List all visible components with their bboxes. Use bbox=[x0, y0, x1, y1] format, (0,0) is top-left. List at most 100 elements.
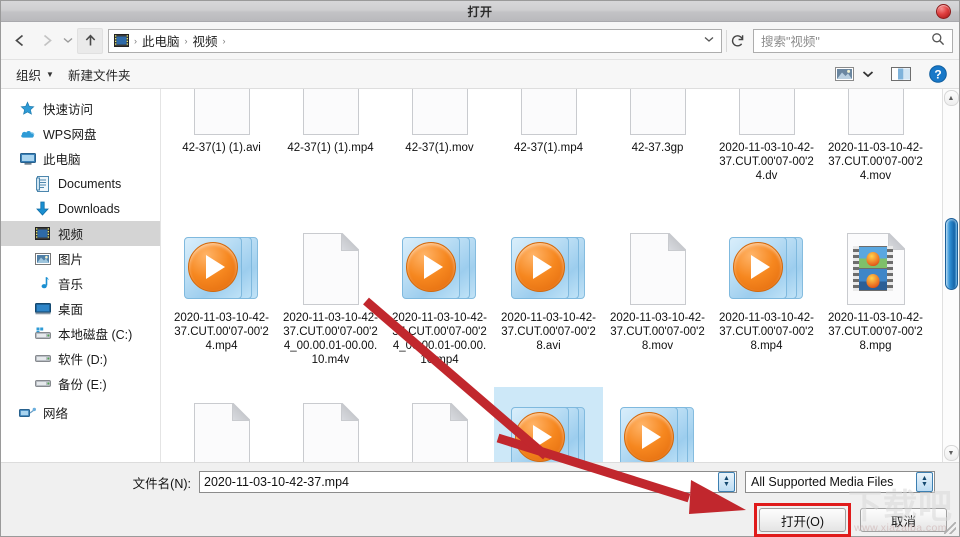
file-icon bbox=[291, 393, 371, 462]
file-item[interactable]: 2020-11-03-10-42-37.CUT.00'07-00'24.mov bbox=[821, 89, 930, 217]
cancel-button[interactable]: 取消 bbox=[860, 508, 947, 532]
sidebar-item-music[interactable]: 音乐 bbox=[1, 271, 160, 296]
sidebar-item-local-disk-c[interactable]: 本地磁盘 (C:) bbox=[1, 321, 160, 346]
help-button[interactable]: ? bbox=[925, 63, 951, 85]
file-item[interactable]: 2020-11-03-10-42-37.CUT.00'07-00'24_00.0… bbox=[276, 217, 385, 387]
history-dropdown-button[interactable] bbox=[59, 28, 77, 54]
file-name-label: 2020-11-03-10-42-37.CUT.00'07-00'24_00.0… bbox=[282, 312, 379, 366]
forward-button[interactable] bbox=[33, 28, 59, 54]
sidebar-item-drive-d[interactable]: 软件 (D:) bbox=[1, 346, 160, 371]
file-icon bbox=[727, 223, 807, 305]
sidebar-item-this-pc[interactable]: 此电脑 bbox=[1, 146, 160, 171]
file-icon bbox=[727, 89, 807, 135]
file-icon bbox=[400, 393, 480, 462]
search-input[interactable]: 搜索"视频" bbox=[753, 28, 953, 53]
file-item[interactable]: 42-37(1).mp4 bbox=[494, 89, 603, 217]
music-icon bbox=[34, 275, 51, 292]
breadcrumb-item-this-pc[interactable]: 此电脑 bbox=[138, 31, 184, 50]
blank-document-icon bbox=[193, 403, 250, 462]
view-mode-dropdown-button[interactable] bbox=[858, 68, 878, 80]
file-grid: 42-37(1) (1).avi 42-37(1) (1).mp4 42-37(1)… bbox=[161, 89, 942, 462]
filename-history-dropdown[interactable]: ▲ ▼ bbox=[718, 472, 735, 492]
drive-icon bbox=[34, 350, 51, 367]
up-button[interactable] bbox=[77, 27, 103, 54]
sidebar-item-videos[interactable]: 视频 bbox=[1, 221, 160, 246]
file-item[interactable]: 2020-11-03-10-42-37.mp4 bbox=[494, 387, 603, 462]
drive-icon bbox=[34, 375, 51, 392]
file-item[interactable]: 2020-11-03-10-42-37.CUT.00'07-00'24_00.0… bbox=[385, 217, 494, 387]
sidebar-item-quick-access[interactable]: 快速访问 bbox=[1, 96, 160, 121]
sidebar-item-pictures[interactable]: 图片 bbox=[1, 246, 160, 271]
sidebar-item-downloads[interactable]: Downloads bbox=[1, 196, 160, 221]
navigation-bar: › 此电脑 › 视频 › 搜索"视频" bbox=[1, 22, 959, 60]
videos-icon bbox=[34, 225, 51, 242]
file-item[interactable]: 2020-11-03-10-42-37.CUT.00'07-00'28.mpg bbox=[821, 217, 930, 387]
help-icon: ? bbox=[929, 65, 947, 83]
file-item[interactable]: 42-37(1) (1).mp4 bbox=[276, 89, 385, 217]
file-icon bbox=[291, 223, 371, 305]
preview-pane-icon bbox=[891, 67, 911, 81]
file-item[interactable]: 2020-11-03-10-42-37.CUT.00'07-00'28.avi bbox=[494, 217, 603, 387]
sidebar-item-network[interactable]: 网络 bbox=[1, 400, 160, 425]
file-item[interactable]: 2020-11-03-10-42-37.dv bbox=[276, 387, 385, 462]
search-placeholder: 搜索"视频" bbox=[761, 35, 820, 49]
scroll-down-button[interactable]: ▼ bbox=[943, 445, 959, 461]
scroll-up-button[interactable]: ▲ bbox=[943, 90, 959, 106]
new-folder-button[interactable]: 新建文件夹 bbox=[61, 62, 138, 87]
sidebar-item-drive-e[interactable]: 备份 (E:) bbox=[1, 371, 160, 396]
open-button[interactable]: 打开(O) bbox=[759, 508, 846, 532]
spinner-down-icon: ▼ bbox=[723, 481, 730, 488]
scrollbar-track[interactable] bbox=[944, 106, 958, 445]
sidebar-item-wps-cloud[interactable]: WPS网盘 bbox=[1, 121, 160, 146]
file-item[interactable]: 42-37(1).mov bbox=[385, 89, 494, 217]
filename-value: 2020-11-03-10-42-37.mp4 bbox=[204, 475, 350, 489]
breadcrumb-separator: › bbox=[222, 35, 226, 46]
file-item[interactable]: 2020-11-03-10-42-37.CUT.00'07-00'28.vob bbox=[167, 387, 276, 462]
sidebar-item-label: 快速访问 bbox=[43, 103, 94, 117]
file-item[interactable]: 2020-11-03-10-42-37.mov bbox=[385, 387, 494, 462]
blank-document-icon bbox=[302, 89, 359, 135]
file-icon bbox=[836, 223, 916, 305]
breadcrumb-dropdown-button[interactable] bbox=[699, 35, 719, 46]
file-name-label: 2020-11-03-10-42-37.CUT.00'07-00'24.mp4 bbox=[173, 312, 270, 352]
file-item[interactable]: 42-37(1) (1).avi bbox=[167, 89, 276, 217]
dialog-button-row: 打开(O) 取消 bbox=[754, 503, 947, 537]
file-type-filter-dropdown[interactable]: ▲ ▼ bbox=[916, 472, 933, 492]
vertical-scrollbar[interactable]: ▲ ▼ bbox=[942, 89, 959, 462]
file-type-filter-select[interactable]: All Supported Media Files ▲ ▼ bbox=[745, 471, 935, 493]
view-mode-button[interactable] bbox=[831, 64, 858, 84]
filename-input[interactable]: 2020-11-03-10-42-37.mp4 ▲ ▼ bbox=[199, 471, 737, 493]
file-item[interactable]: 2020-11-03-10-42-37.CUT.00'07-00'28.mov bbox=[603, 217, 712, 387]
organize-label: 组织 bbox=[16, 68, 42, 83]
close-icon[interactable] bbox=[936, 4, 951, 19]
back-button[interactable] bbox=[7, 28, 33, 54]
sidebar-item-documents[interactable]: Documents bbox=[1, 171, 160, 196]
file-item[interactable]: 42-37.3gp bbox=[603, 89, 712, 217]
media-player-icon bbox=[728, 233, 805, 305]
file-name-label: 42-37.3gp bbox=[631, 142, 684, 154]
file-item[interactable]: 2020-11-03-10-42-37.CUT.00'07-00'28.mp4 bbox=[712, 217, 821, 387]
file-item[interactable]: 2020-11-03-10-42-37.CUT.00'07-00'24.dv bbox=[712, 89, 821, 217]
sidebar-item-label: 桌面 bbox=[58, 303, 84, 317]
file-list-pane[interactable]: 42-37(1) (1).avi 42-37(1) (1).mp4 42-37(1)… bbox=[161, 89, 942, 462]
refresh-button[interactable] bbox=[726, 29, 749, 52]
breadcrumb[interactable]: › 此电脑 › 视频 › bbox=[108, 28, 722, 53]
resize-grip[interactable] bbox=[944, 522, 956, 534]
chevron-down-icon bbox=[704, 37, 714, 42]
scrollbar-thumb[interactable] bbox=[944, 217, 958, 290]
file-item[interactable]: 2020-11-03-10-42-37.CUT.00'07-00'24.mp4 bbox=[167, 217, 276, 387]
sidebar-item-label: WPS网盘 bbox=[43, 128, 97, 142]
blank-document-icon bbox=[302, 233, 359, 305]
file-item[interactable]: 2020-11-03-10-42-3720201203134753.avi bbox=[603, 387, 712, 462]
media-player-icon bbox=[619, 403, 696, 462]
sidebar-item-label: 视频 bbox=[58, 228, 84, 242]
sidebar-item-desktop[interactable]: 桌面 bbox=[1, 296, 160, 321]
preview-pane-button[interactable] bbox=[887, 64, 915, 84]
desktop-icon bbox=[34, 300, 51, 317]
organize-button[interactable]: 组织 ▼ bbox=[9, 62, 61, 87]
blank-document-icon bbox=[302, 403, 359, 462]
svg-text:?: ? bbox=[934, 67, 941, 81]
breadcrumb-item-videos[interactable]: 视频 bbox=[189, 31, 222, 50]
sidebar-item-label: 图片 bbox=[58, 253, 84, 267]
file-name-label: 2020-11-03-10-42-37.CUT.00'07-00'24_00.0… bbox=[391, 312, 488, 366]
